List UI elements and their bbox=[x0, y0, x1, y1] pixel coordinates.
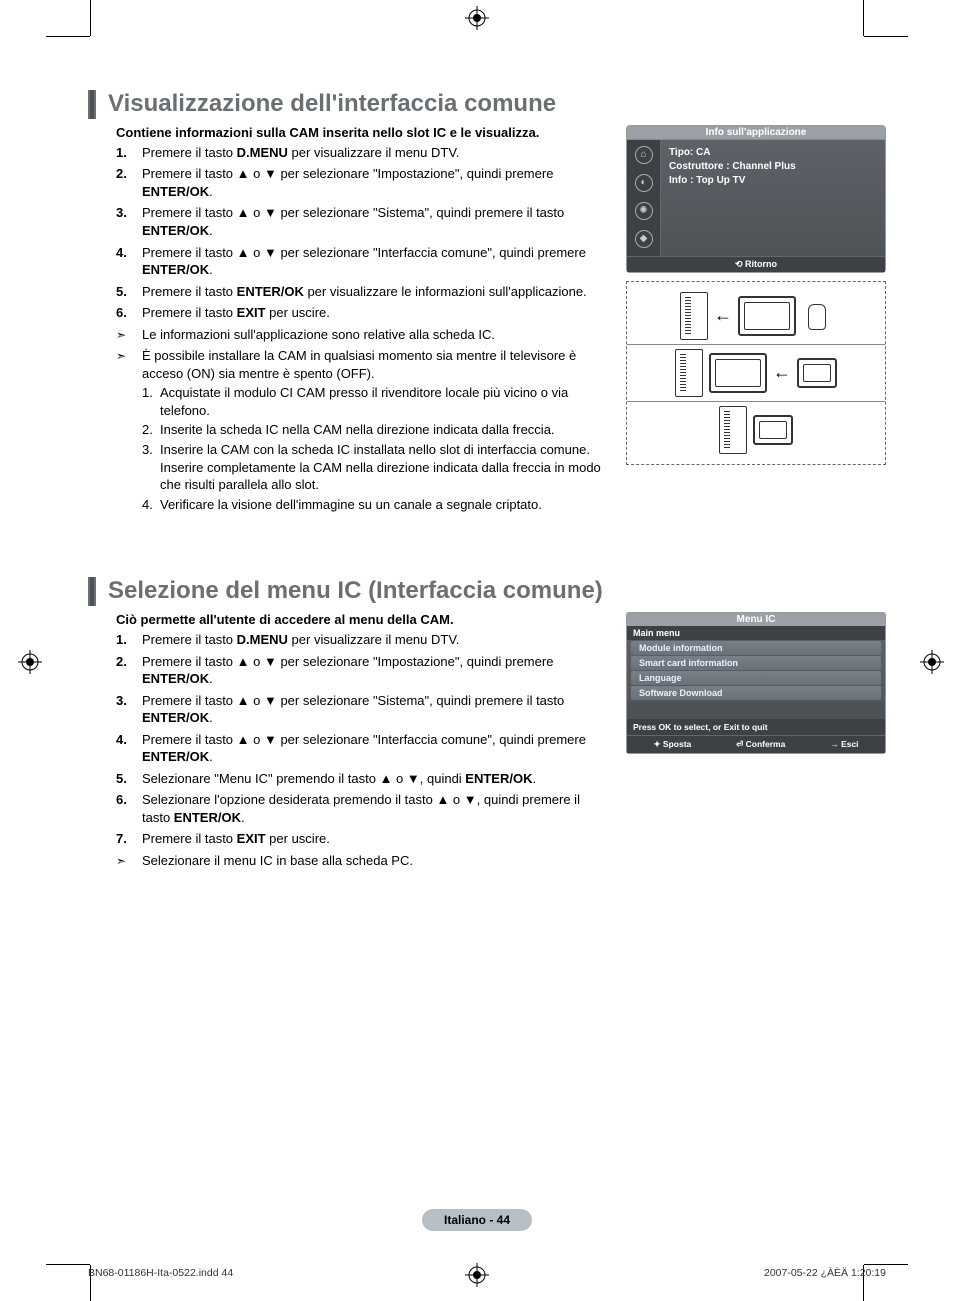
osd2-foot-item: → Esci bbox=[830, 739, 858, 750]
step: Premere il tasto EXIT per uscire. bbox=[116, 304, 608, 322]
osd-nav-icon: ◐ bbox=[635, 174, 653, 192]
osd2-foot-item: ⏎ Conferma bbox=[736, 739, 785, 750]
slot-icon bbox=[719, 406, 747, 454]
osd-nav-icon: ◆ bbox=[635, 230, 653, 248]
osd2-subtitle: Main menu bbox=[627, 626, 885, 640]
slot-icon bbox=[680, 292, 708, 340]
osd-app-info: Info sull'applicazione ⌂ ◐ ✺ ◆ Tipo: CA … bbox=[626, 125, 886, 273]
osd2-title: Menu IC bbox=[627, 613, 885, 626]
substep: Inserite la scheda IC nella CAM nella di… bbox=[142, 421, 608, 439]
step: Premere il tasto ▲ o ▼ per selezionare "… bbox=[116, 653, 608, 688]
registration-mark-left bbox=[18, 650, 42, 674]
step: Premere il tasto ▲ o ▼ per selezionare "… bbox=[116, 204, 608, 239]
section2-steps: Premere il tasto D.MENU per visualizzare… bbox=[116, 631, 608, 848]
return-icon: ⟲ bbox=[735, 259, 745, 269]
step: Premere il tasto ▲ o ▼ per selezionare "… bbox=[116, 244, 608, 279]
substep: Inserire la CAM con la scheda IC install… bbox=[142, 441, 608, 494]
step: Premere il tasto EXIT per uscire. bbox=[116, 830, 608, 848]
section-common-interface-view: Visualizzazione dell'interfaccia comune … bbox=[88, 90, 886, 517]
registration-mark-right bbox=[920, 650, 944, 674]
slot-icon bbox=[675, 349, 703, 397]
step: Premere il tasto ▲ o ▼ per selezionare "… bbox=[116, 731, 608, 766]
osd2-hint: Press OK to select, or Exit to quit bbox=[627, 719, 885, 735]
note: Le informazioni sull'applicazione sono r… bbox=[116, 326, 608, 344]
substep: Acquistate il modulo CI CAM presso il ri… bbox=[142, 384, 608, 419]
osd-line: Costruttore : Channel Plus bbox=[669, 160, 877, 174]
note: È possibile installare la CAM in qualsia… bbox=[116, 347, 608, 513]
osd2-item: Module information bbox=[631, 641, 881, 655]
doc-meta-right: 2007-05-22 ¿ÀÈÄ 1:20:19 bbox=[764, 1267, 886, 1279]
cam-icon bbox=[753, 415, 793, 445]
osd-title: Info sull'applicazione bbox=[627, 126, 885, 140]
osd2-item: Software Download bbox=[631, 686, 881, 700]
heading-bar-icon bbox=[88, 90, 96, 119]
osd2-item: Smart card information bbox=[631, 656, 881, 670]
osd2-foot-item: ✦ Sposta bbox=[653, 739, 691, 750]
page-content: Visualizzazione dell'interfaccia comune … bbox=[88, 90, 886, 1205]
step: Premere il tasto ENTER/OK per visualizza… bbox=[116, 283, 608, 301]
heading-bar-icon bbox=[88, 577, 96, 606]
step: Premere il tasto D.MENU per visualizzare… bbox=[116, 144, 608, 162]
arrow-left-icon: ← bbox=[773, 362, 791, 383]
step: Selezionare l'opzione desiderata premend… bbox=[116, 791, 608, 826]
osd-nav-icon: ⌂ bbox=[635, 146, 653, 164]
hand-icon bbox=[802, 298, 832, 334]
step: Premere il tasto D.MENU per visualizzare… bbox=[116, 631, 608, 649]
note: Selezionare il menu IC in base alla sche… bbox=[116, 852, 608, 870]
step: Selezionare "Menu IC" premendo il tasto … bbox=[116, 770, 608, 788]
section2-title: Selezione del menu IC (Interfaccia comun… bbox=[108, 577, 603, 606]
arrow-left-icon: ← bbox=[714, 305, 732, 326]
doc-meta-left: BN68-01186H-Ita-0522.indd 44 bbox=[88, 1267, 233, 1279]
section2-intro: Ciò permette all'utente di accedere al m… bbox=[116, 612, 608, 627]
osd-line: Info : Top Up TV bbox=[669, 174, 877, 188]
page-number-pill: Italiano - 44 bbox=[422, 1209, 532, 1231]
substep: Verificare la visione dell'immagine su u… bbox=[142, 496, 608, 514]
cam-install-diagram: ← ← bbox=[626, 281, 886, 465]
cam-icon bbox=[797, 358, 837, 388]
registration-mark-top bbox=[465, 6, 489, 30]
registration-mark-bottom bbox=[465, 1263, 489, 1287]
section1-substeps: Acquistate il modulo CI CAM presso il ri… bbox=[142, 384, 608, 513]
note-text: È possibile installare la CAM in qualsia… bbox=[142, 348, 576, 381]
section1-intro: Contiene informazioni sulla CAM inserita… bbox=[116, 125, 608, 140]
step: Premere il tasto ▲ o ▼ per selezionare "… bbox=[116, 165, 608, 200]
osd-nav-icon: ✺ bbox=[635, 202, 653, 220]
section-ic-menu-select: Selezione del menu IC (Interfaccia comun… bbox=[88, 577, 886, 873]
osd2-item: Language bbox=[631, 671, 881, 685]
osd-return: Ritorno bbox=[745, 259, 777, 269]
osd-line: Tipo: CA bbox=[669, 146, 877, 160]
section1-title: Visualizzazione dell'interfaccia comune bbox=[108, 90, 556, 119]
osd-menu-ic: Menu IC Main menu Module information Sma… bbox=[626, 612, 886, 754]
step: Premere il tasto ▲ o ▼ per selezionare "… bbox=[116, 692, 608, 727]
cam-icon bbox=[738, 296, 796, 336]
section1-steps: Premere il tasto D.MENU per visualizzare… bbox=[116, 144, 608, 322]
cam-icon bbox=[709, 353, 767, 393]
